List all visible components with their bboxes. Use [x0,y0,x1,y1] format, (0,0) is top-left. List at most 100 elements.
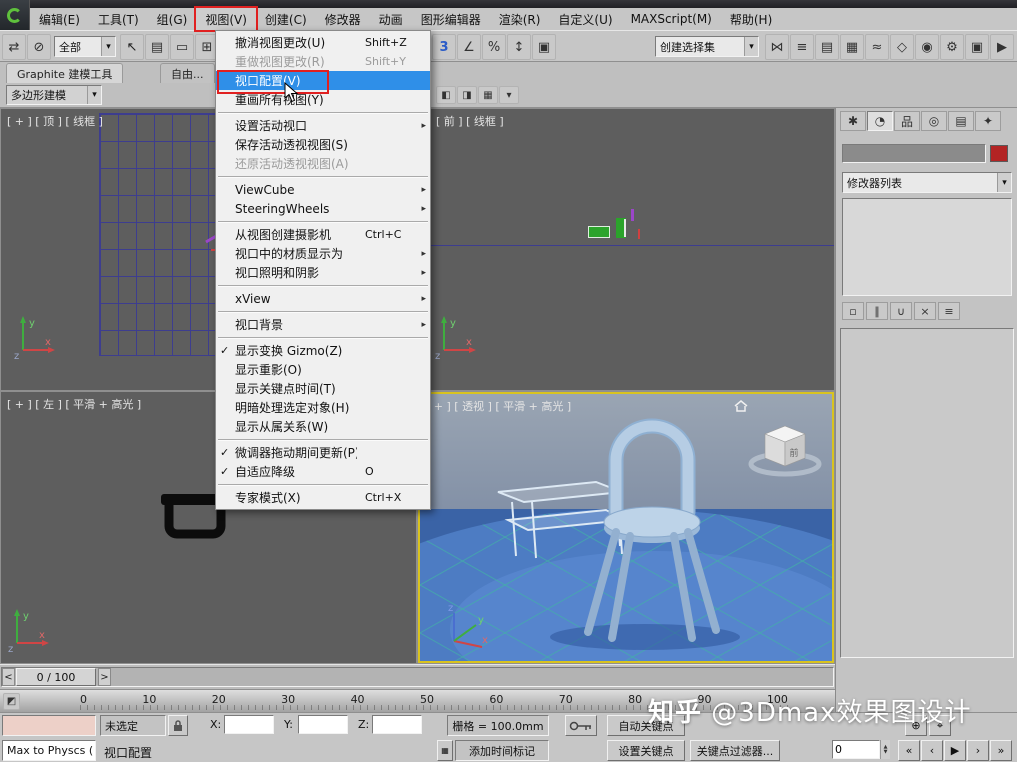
angle-snap-icon[interactable]: ∠ [457,34,481,60]
menubar-item[interactable]: 帮助(H) [721,8,781,30]
menu-item[interactable]: 设置活动视口 ▸ [216,116,430,135]
snaps-toggle-icon[interactable]: 3 [432,34,456,60]
maxscript-mini-listener-pink[interactable] [2,715,96,736]
ribbon-quick-icon-2[interactable]: ◨ [457,86,477,104]
schematic-view-icon[interactable]: ◇ [890,34,914,60]
time-slider-handle[interactable]: 0 / 100 [16,668,96,686]
menu-item[interactable] [216,173,430,180]
show-end-result-icon[interactable]: ∥ [866,302,888,320]
menu-item[interactable]: 专家模式(X) Ctrl+X [216,488,430,507]
unlink-selection-icon[interactable]: ⊘ [27,34,51,60]
viewport-front[interactable]: [ 前 ] [ 线框 ] y x z [418,109,834,390]
selection-lock-key-icon[interactable] [565,715,597,736]
configure-modifier-sets-icon[interactable]: ≡ [938,302,960,320]
named-selection-sets-dropdown[interactable]: 创建选择集 ▾ [655,36,759,57]
menubar-item[interactable]: 修改器 [316,8,370,30]
chevron-down-icon[interactable]: ▾ [499,86,519,104]
menubar-item[interactable]: 动画 [370,8,412,30]
align-icon[interactable]: ≡ [790,34,814,60]
mini-curve-editor-icon[interactable]: ◩ [3,693,20,710]
tab-create[interactable]: ✱ [840,111,866,131]
menu-item[interactable]: 显示重影(O) [216,360,430,379]
rollout-area[interactable] [840,328,1014,658]
menubar-item[interactable]: 工具(T) [89,8,148,30]
tab-motion[interactable]: ◎ [921,111,947,131]
time-tag-icon[interactable]: ▦ [437,740,453,761]
menu-item[interactable]: ✓ 微调器拖动期间更新(P) [216,443,430,462]
menu-item[interactable]: 还原活动透视视图(A) [216,154,430,173]
previous-frame-icon[interactable]: ‹ [921,740,943,761]
modifier-stack-list[interactable] [842,198,1012,296]
menu-item[interactable]: 显示关键点时间(T) [216,379,430,398]
object-color-swatch[interactable] [990,145,1008,162]
menu-item[interactable]: 撤消视图更改(U) Shift+Z [216,33,430,52]
render-production-icon[interactable]: ▶ [990,34,1014,60]
key-filters-button[interactable]: 关键点过滤器... [690,740,780,761]
menubar-item[interactable]: 视图(V) [196,8,256,30]
render-setup-icon[interactable]: ⚙ [940,34,964,60]
menu-item[interactable]: ✓ 显示变换 Gizmo(Z) [216,341,430,360]
edit-named-selection-sets-icon[interactable]: ▣ [532,34,556,60]
menu-item[interactable]: 从视图创建摄影机 Ctrl+C [216,225,430,244]
menubar-item[interactable]: 渲染(R) [490,8,550,30]
graphite-ribbon-toggle-icon[interactable]: ▦ [840,34,864,60]
menu-item[interactable]: ✓ 自适应降级 O [216,462,430,481]
select-by-name-icon[interactable]: ▤ [145,34,169,60]
viewport-perspective-active[interactable]: [ + ] [ 透视 ] [ 平滑 + 高光 ] 前 z y x [418,392,834,663]
frame-spinner[interactable]: ▲▼ [880,740,890,759]
home-icon[interactable] [734,400,748,412]
menu-item[interactable] [216,308,430,315]
next-frame-icon[interactable]: › [967,740,989,761]
current-frame-field[interactable] [832,740,880,759]
object-name-field[interactable] [842,144,986,163]
previous-frame-arrow[interactable]: < [2,668,15,686]
time-slider-track[interactable] [1,667,834,687]
select-and-link-icon[interactable]: ⇄ [2,34,26,60]
tab-display[interactable]: ▤ [948,111,974,131]
viewport-left-label[interactable]: [ + ] [ 左 ] [ 平滑 + 高光 ] [7,396,141,412]
z-coordinate-input[interactable] [372,715,422,734]
menu-item[interactable]: 视口照明和阴影 ▸ [216,263,430,282]
menu-item[interactable]: 重做视图更改(R) Shift+Y [216,52,430,71]
go-to-end-icon[interactable]: » [990,740,1012,761]
menu-item[interactable] [216,109,430,116]
menu-item[interactable]: 视口中的材质显示为 ▸ [216,244,430,263]
spinner-snap-icon[interactable]: ↕ [507,34,531,60]
remove-modifier-icon[interactable]: × [914,302,936,320]
x-coordinate-input[interactable] [224,715,274,734]
menubar-item[interactable]: 组(G) [148,8,197,30]
percent-snap-icon[interactable]: % [482,34,506,60]
modifier-list-dropdown[interactable]: 修改器列表 ▾ [842,172,1012,193]
rectangular-selection-icon[interactable]: ▭ [170,34,194,60]
menubar-item[interactable]: 图形编辑器 [412,8,490,30]
menubar-item[interactable]: 自定义(U) [549,8,621,30]
tab-utilities[interactable]: ✦ [975,111,1001,131]
polygon-modeling-dropdown[interactable]: 多边形建模 ▾ [6,85,102,105]
tab-hierarchy[interactable]: 品 [894,111,920,131]
viewport-perspective-label[interactable]: [ + ] [ 透视 ] [ 平滑 + 高光 ] [426,398,571,414]
menu-item[interactable]: xView ▸ [216,289,430,308]
play-animation-icon[interactable]: ▶ [944,740,966,761]
y-coordinate-input[interactable] [298,715,348,734]
add-time-tag[interactable]: 添加时间标记 [455,740,549,761]
menu-item[interactable]: ViewCube ▸ [216,180,430,199]
menu-item[interactable] [216,282,430,289]
tab-graphite-modeling[interactable]: Graphite 建模工具 [6,63,123,83]
next-frame-arrow[interactable]: > [98,668,111,686]
make-unique-icon[interactable]: ∪ [890,302,912,320]
menu-item[interactable]: SteeringWheels ▸ [216,199,430,218]
rendered-frame-window-icon[interactable]: ▣ [965,34,989,60]
selection-lock-icon[interactable] [168,715,188,736]
viewport-top-label[interactable]: [ + ] [ 顶 ] [ 线框 ] [7,113,103,129]
menu-item[interactable]: 重画所有视图(Y) [216,90,430,109]
menu-item[interactable]: 显示从属关系(W) [216,417,430,436]
menubar-item[interactable]: 创建(C) [256,8,316,30]
app-logo-icon[interactable] [0,0,30,30]
set-key-button[interactable]: 设置关键点 [607,740,685,761]
selection-filter-dropdown[interactable]: 全部 ▾ [54,36,116,57]
menu-item[interactable]: 视口背景 ▸ [216,315,430,334]
menu-item[interactable]: 视口配置(V) [216,71,430,90]
ribbon-quick-icon-1[interactable]: ◧ [436,86,456,104]
menu-item[interactable]: 保存活动透视视图(S) [216,135,430,154]
menu-item[interactable]: 明暗处理选定对象(H) [216,398,430,417]
